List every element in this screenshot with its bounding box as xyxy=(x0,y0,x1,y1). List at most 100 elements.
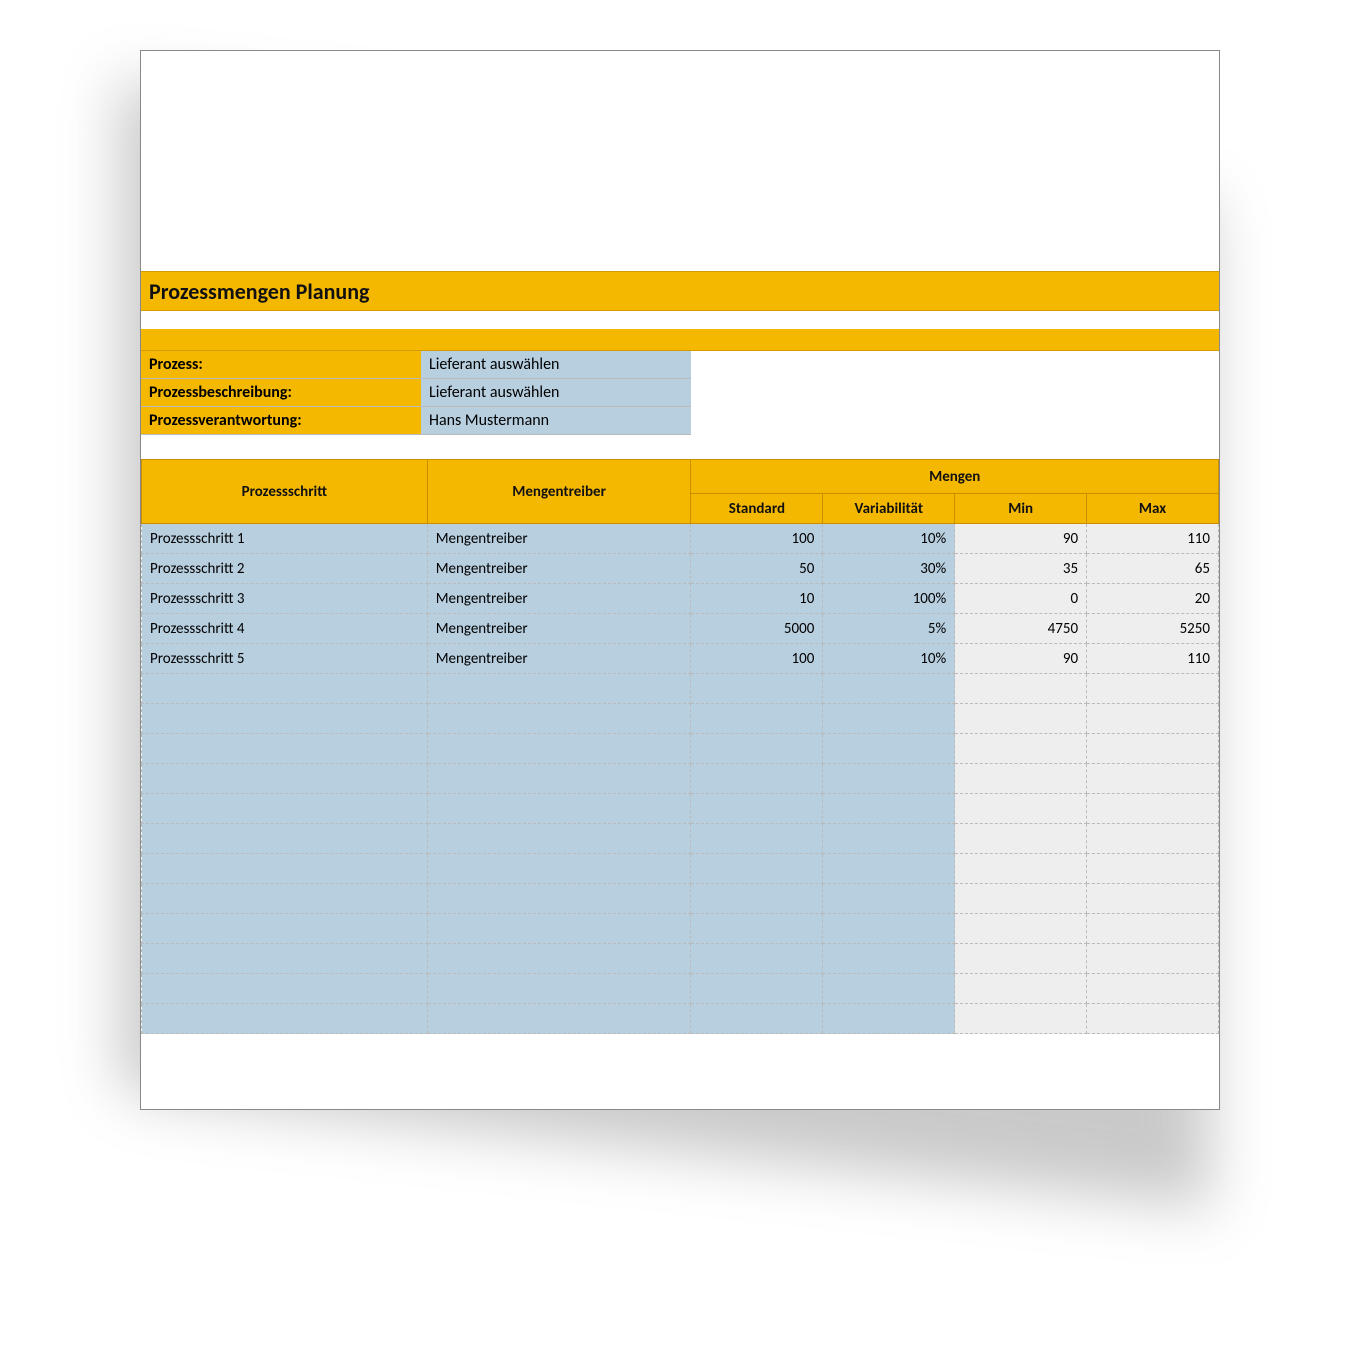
cell-step[interactable]: Prozessschritt 4 xyxy=(142,614,428,644)
cell-driver[interactable]: Mengentreiber xyxy=(427,524,691,554)
cell-step[interactable] xyxy=(142,734,428,764)
table-row-empty xyxy=(142,944,1219,974)
cell-driver[interactable] xyxy=(427,914,691,944)
cell-variability[interactable]: 100% xyxy=(823,584,955,614)
cell-standard[interactable] xyxy=(691,884,823,914)
cell-standard[interactable] xyxy=(691,704,823,734)
cell-variability[interactable] xyxy=(823,794,955,824)
cell-step[interactable] xyxy=(142,794,428,824)
cell-standard[interactable]: 100 xyxy=(691,524,823,554)
cell-driver[interactable]: Mengentreiber xyxy=(427,554,691,584)
cell-variability[interactable] xyxy=(823,734,955,764)
cell-max xyxy=(1087,704,1219,734)
cell-driver[interactable]: Mengentreiber xyxy=(427,584,691,614)
cell-min: 0 xyxy=(955,584,1087,614)
meta-value-verantwortung[interactable]: Hans Mustermann xyxy=(421,407,691,435)
cell-min xyxy=(955,854,1087,884)
cell-variability[interactable] xyxy=(823,674,955,704)
cell-step[interactable] xyxy=(142,854,428,884)
cell-standard[interactable] xyxy=(691,974,823,1004)
cell-standard[interactable] xyxy=(691,794,823,824)
cell-step[interactable] xyxy=(142,884,428,914)
cell-step[interactable]: Prozessschritt 1 xyxy=(142,524,428,554)
cell-step[interactable] xyxy=(142,1004,428,1034)
header-standard: Standard xyxy=(691,494,823,524)
meta-label-beschreibung: Prozessbeschreibung: xyxy=(141,379,421,407)
cell-variability[interactable] xyxy=(823,944,955,974)
cell-standard[interactable] xyxy=(691,734,823,764)
table-row-empty xyxy=(142,884,1219,914)
spreadsheet-page: Prozessmengen Planung Prozess: Lieferant… xyxy=(140,50,1220,1110)
cell-min xyxy=(955,974,1087,1004)
cell-variability[interactable] xyxy=(823,764,955,794)
cell-variability[interactable]: 10% xyxy=(823,644,955,674)
table-row: Prozessschritt 5Mengentreiber10010%90110 xyxy=(142,644,1219,674)
cell-driver[interactable] xyxy=(427,674,691,704)
cell-variability[interactable]: 10% xyxy=(823,524,955,554)
table-row-empty xyxy=(142,734,1219,764)
cell-step[interactable] xyxy=(142,824,428,854)
meta-value-prozess[interactable]: Lieferant auswählen xyxy=(421,351,691,379)
cell-driver[interactable] xyxy=(427,944,691,974)
cell-variability[interactable] xyxy=(823,884,955,914)
cell-standard[interactable] xyxy=(691,1004,823,1034)
cell-driver[interactable] xyxy=(427,884,691,914)
cell-min: 90 xyxy=(955,524,1087,554)
cell-step[interactable]: Prozessschritt 5 xyxy=(142,644,428,674)
meta-value-beschreibung[interactable]: Lieferant auswählen xyxy=(421,379,691,407)
cell-max: 110 xyxy=(1087,524,1219,554)
cell-standard[interactable] xyxy=(691,944,823,974)
cell-min xyxy=(955,914,1087,944)
process-table: Prozessschritt Mengentreiber Mengen Stan… xyxy=(141,459,1219,1034)
cell-driver[interactable] xyxy=(427,824,691,854)
cell-max xyxy=(1087,824,1219,854)
page-title-text: Prozessmengen Planung xyxy=(149,278,369,305)
cell-step[interactable] xyxy=(142,764,428,794)
cell-standard[interactable]: 10 xyxy=(691,584,823,614)
cell-driver[interactable] xyxy=(427,794,691,824)
cell-driver[interactable]: Mengentreiber xyxy=(427,614,691,644)
cell-standard[interactable] xyxy=(691,764,823,794)
header-min: Min xyxy=(955,494,1087,524)
cell-min xyxy=(955,884,1087,914)
table-row-empty xyxy=(142,824,1219,854)
cell-variability[interactable] xyxy=(823,854,955,884)
cell-standard[interactable] xyxy=(691,824,823,854)
cell-standard[interactable]: 5000 xyxy=(691,614,823,644)
cell-min: 35 xyxy=(955,554,1087,584)
cell-step[interactable]: Prozessschritt 2 xyxy=(142,554,428,584)
header-step: Prozessschritt xyxy=(142,460,428,524)
cell-standard[interactable] xyxy=(691,914,823,944)
cell-variability[interactable] xyxy=(823,974,955,1004)
table-row-empty xyxy=(142,704,1219,734)
cell-step[interactable] xyxy=(142,674,428,704)
cell-variability[interactable]: 5% xyxy=(823,614,955,644)
table-row-empty xyxy=(142,764,1219,794)
cell-variability[interactable] xyxy=(823,704,955,734)
table-row-empty xyxy=(142,1004,1219,1034)
cell-step[interactable]: Prozessschritt 3 xyxy=(142,584,428,614)
header-driver: Mengentreiber xyxy=(427,460,691,524)
cell-driver[interactable] xyxy=(427,734,691,764)
cell-driver[interactable]: Mengentreiber xyxy=(427,644,691,674)
cell-variability[interactable] xyxy=(823,824,955,854)
cell-driver[interactable] xyxy=(427,974,691,1004)
cell-variability[interactable] xyxy=(823,1004,955,1034)
cell-min xyxy=(955,764,1087,794)
cell-max xyxy=(1087,914,1219,944)
cell-variability[interactable]: 30% xyxy=(823,554,955,584)
cell-variability[interactable] xyxy=(823,914,955,944)
cell-driver[interactable] xyxy=(427,764,691,794)
cell-driver[interactable] xyxy=(427,1004,691,1034)
cell-standard[interactable]: 50 xyxy=(691,554,823,584)
cell-standard[interactable]: 100 xyxy=(691,644,823,674)
table-row: Prozessschritt 4Mengentreiber50005%47505… xyxy=(142,614,1219,644)
cell-standard[interactable] xyxy=(691,854,823,884)
cell-standard[interactable] xyxy=(691,674,823,704)
cell-step[interactable] xyxy=(142,704,428,734)
cell-driver[interactable] xyxy=(427,704,691,734)
cell-step[interactable] xyxy=(142,974,428,1004)
cell-step[interactable] xyxy=(142,914,428,944)
cell-driver[interactable] xyxy=(427,854,691,884)
cell-step[interactable] xyxy=(142,944,428,974)
